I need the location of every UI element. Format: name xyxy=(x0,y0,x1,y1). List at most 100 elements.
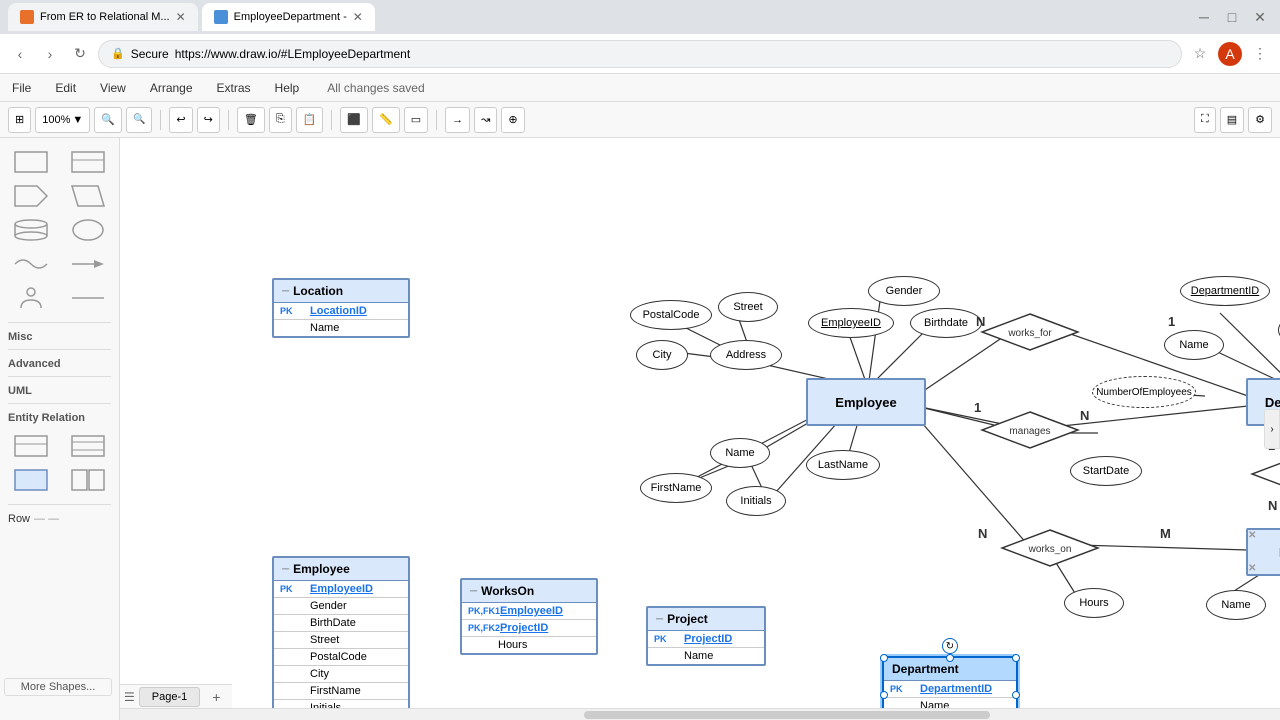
extensions-button[interactable]: A xyxy=(1218,42,1242,66)
undo-button[interactable]: ↩ xyxy=(169,107,192,133)
tab1-close[interactable]: ✕ xyxy=(176,10,186,24)
sidebar-shape-10[interactable] xyxy=(61,282,116,314)
address-oval[interactable]: Address xyxy=(710,340,782,370)
employee-minimize-icon[interactable]: ─ xyxy=(282,564,289,575)
menu-help[interactable]: Help xyxy=(271,79,304,97)
project-pk-row: PK ProjectID xyxy=(648,631,764,648)
sidebar-shape-3[interactable] xyxy=(4,180,59,212)
empname-oval[interactable]: Name xyxy=(710,438,770,468)
sidebar-er-shape-1[interactable] xyxy=(4,430,59,462)
project-table[interactable]: ─ Project PK ProjectID Name xyxy=(646,606,766,666)
firstname-oval[interactable]: FirstName xyxy=(640,473,712,503)
sidebar-er-shape-2[interactable] xyxy=(61,430,116,462)
redo-button[interactable]: ↪ xyxy=(197,107,220,133)
gender-oval[interactable]: Gender xyxy=(868,276,940,306)
manages-diamond[interactable]: manages xyxy=(980,410,1080,450)
app-menubar: File Edit View Arrange Extras Help All c… xyxy=(0,74,1280,102)
address-bar[interactable]: 🔒 Secure https://www.draw.io/#LEmployeeD… xyxy=(98,40,1182,68)
browser-menu[interactable]: ⋮ xyxy=(1248,42,1272,66)
location-minimize-icon[interactable]: ─ xyxy=(282,286,289,297)
more-shapes-button[interactable]: More Shapes... xyxy=(4,678,112,696)
copy-button[interactable]: ⎘ xyxy=(269,107,292,133)
add-page-button[interactable]: + xyxy=(204,686,228,708)
menu-edit[interactable]: Edit xyxy=(51,79,80,97)
sidebar-shape-2[interactable] xyxy=(61,146,116,178)
sidebar-shape-6[interactable] xyxy=(61,214,116,246)
deptid-oval[interactable]: DepartmentID xyxy=(1180,276,1270,306)
page-tab-1[interactable]: Page-1 xyxy=(139,687,200,707)
worksfor-diamond[interactable]: works_for xyxy=(980,312,1080,352)
deptname-oval[interactable]: Name xyxy=(1164,330,1224,360)
format-panel-button[interactable]: ▤ xyxy=(1220,107,1244,133)
sidebar-shape-8[interactable] xyxy=(61,248,116,280)
initials-oval[interactable]: Initials xyxy=(726,486,786,516)
projname-oval[interactable]: Name xyxy=(1206,590,1266,620)
menu-view[interactable]: View xyxy=(96,79,130,97)
bookmark-button[interactable]: ☆ xyxy=(1188,42,1212,66)
shape-parallelogram-icon xyxy=(70,184,106,208)
rotate-handle[interactable]: ↻ xyxy=(942,638,958,654)
shape-rect-icon xyxy=(13,150,49,174)
settings-button[interactable]: ⚙ xyxy=(1248,107,1272,133)
employeeid-oval[interactable]: EmployeeID xyxy=(808,308,894,338)
workson-table[interactable]: ─ WorksOn PK,FK1 EmployeeID PK,FK2 Proje… xyxy=(460,578,598,655)
workson-diamond[interactable]: works_on xyxy=(1000,528,1100,568)
numemployees-oval[interactable]: NumberOfEmployees xyxy=(1092,376,1196,408)
zoom-out-button[interactable]: 🔍 xyxy=(126,107,152,133)
employee-er-entity[interactable]: Employee xyxy=(806,378,926,426)
h-scrollbar[interactable] xyxy=(120,708,1280,720)
fill-icon: ⬛ xyxy=(347,113,361,126)
toolbar-grid-toggle[interactable]: ⊞ xyxy=(8,107,31,133)
workson-minimize-icon[interactable]: ─ xyxy=(470,586,477,597)
hours-oval[interactable]: Hours xyxy=(1064,588,1124,618)
fullscreen-button[interactable]: ⛶ xyxy=(1194,107,1216,133)
menu-extras[interactable]: Extras xyxy=(213,79,255,97)
startdate-oval[interactable]: StartDate xyxy=(1070,456,1142,486)
format-button[interactable]: ▭ xyxy=(404,107,428,133)
tab2-close[interactable]: ✕ xyxy=(353,10,363,24)
tab-1[interactable]: From ER to Relational M... ✕ xyxy=(8,3,198,31)
birthdate-oval[interactable]: Birthdate xyxy=(910,308,982,338)
canvas-area[interactable]: ─ Location PK LocationID Name ─ Employee xyxy=(120,138,1280,720)
canvas-right-collapse[interactable]: › xyxy=(1264,409,1280,449)
controls-diamond[interactable]: controls xyxy=(1250,454,1280,494)
sidebar-divider-5 xyxy=(8,504,111,505)
menu-file[interactable]: File xyxy=(8,79,35,97)
tab-2[interactable]: EmployeeDepartment - ✕ xyxy=(202,3,375,31)
sidebar-shape-4[interactable] xyxy=(61,180,116,212)
close-button[interactable]: ✕ xyxy=(1248,5,1272,29)
street-oval[interactable]: Street xyxy=(718,292,778,322)
lastname-oval[interactable]: LastName xyxy=(806,450,880,480)
connection-button[interactable]: → xyxy=(445,107,470,133)
menu-arrange[interactable]: Arrange xyxy=(146,79,197,97)
shape-wave-icon xyxy=(13,252,49,276)
maximize-button[interactable]: □ xyxy=(1220,5,1244,29)
sidebar-shape-1[interactable] xyxy=(4,146,59,178)
reload-button[interactable]: ↻ xyxy=(68,42,92,66)
sidebar-er-shape-4[interactable] xyxy=(61,464,116,496)
zoom-in-button[interactable]: 🔍 xyxy=(94,107,122,133)
sidebar-shape-5[interactable] xyxy=(4,214,59,246)
delete-button[interactable]: 🗑 xyxy=(237,107,265,133)
paste-button[interactable]: 📋 xyxy=(296,107,324,133)
page-tabs-menu[interactable]: ☰ xyxy=(124,690,135,704)
h-scrollbar-thumb[interactable] xyxy=(584,711,990,719)
minimize-button[interactable]: ─ xyxy=(1192,5,1216,29)
conn-icon: → xyxy=(452,114,463,126)
forward-button[interactable]: › xyxy=(38,42,62,66)
color-fill-button[interactable]: ⬛ xyxy=(340,107,368,133)
sidebar-shape-7[interactable] xyxy=(4,248,59,280)
insert-button[interactable]: ⊕ xyxy=(501,107,524,133)
sidebar-er-shape-3[interactable] xyxy=(4,464,59,496)
waypoint-button[interactable]: ↝ xyxy=(474,107,497,133)
project-er-entity[interactable]: Project ✕ ✕ ✕ ✕ xyxy=(1246,528,1280,576)
sidebar-shape-9[interactable] xyxy=(4,282,59,314)
line-color-button[interactable]: 📏 xyxy=(372,107,400,133)
employee-table[interactable]: ─ Employee PK EmployeeID Gender BirthDat… xyxy=(272,556,410,720)
postalcode-oval[interactable]: PostalCode xyxy=(630,300,712,330)
project-minimize-icon[interactable]: ─ xyxy=(656,614,663,625)
city-oval[interactable]: City xyxy=(636,340,688,370)
back-button[interactable]: ‹ xyxy=(8,42,32,66)
zoom-display[interactable]: 100% ▼ xyxy=(35,107,90,133)
location-table[interactable]: ─ Location PK LocationID Name xyxy=(272,278,410,338)
